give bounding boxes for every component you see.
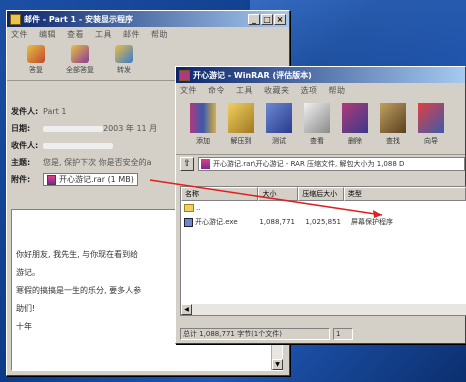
reply-all-icon bbox=[71, 45, 89, 63]
reply-button[interactable]: 答复 bbox=[21, 45, 51, 80]
reply-all-button[interactable]: 全部答复 bbox=[65, 45, 95, 80]
delete-button[interactable]: 删除 bbox=[340, 103, 370, 154]
column-size[interactable]: 大小 bbox=[258, 187, 299, 201]
books-add-icon bbox=[190, 103, 216, 133]
mail-app-icon bbox=[10, 13, 21, 25]
find-icon bbox=[380, 103, 406, 133]
view-button[interactable]: 查看 bbox=[302, 103, 332, 154]
mail-menubar: 文件 编辑 查看 工具 邮件 帮助 bbox=[7, 27, 289, 41]
add-button[interactable]: 添加 bbox=[188, 103, 218, 154]
test-button[interactable]: 测试 bbox=[264, 103, 294, 154]
winrar-title: 开心游记 - WinRAR (评估版本) bbox=[193, 70, 312, 80]
delete-icon bbox=[342, 103, 368, 133]
from-value: Part 1 bbox=[43, 107, 67, 116]
scroll-left-arrow-icon[interactable]: ◀ bbox=[181, 304, 192, 315]
mail-title: 邮件 - Part 1 - 安装显示程序 bbox=[24, 14, 133, 24]
rar-archive-icon bbox=[47, 174, 56, 185]
menu-options[interactable]: 选项 bbox=[301, 85, 318, 96]
winrar-pathbar: ⇧ 开心游记.rar\开心游记 - RAR 压缩文件, 解包大小为 1,088 … bbox=[176, 155, 465, 173]
extract-icon bbox=[228, 103, 254, 133]
maximize-button[interactable]: □ bbox=[261, 13, 273, 25]
scroll-down-arrow-icon[interactable]: ▼ bbox=[272, 359, 283, 370]
exe-icon bbox=[184, 217, 193, 227]
list-item[interactable]: .. bbox=[181, 201, 466, 215]
forward-button[interactable]: 转发 bbox=[109, 45, 139, 80]
up-folder-icon[interactable]: ⇧ bbox=[180, 157, 194, 171]
menu-view[interactable]: 查看 bbox=[67, 29, 84, 40]
view-icon bbox=[304, 103, 330, 133]
subject-value: 您是, 保护下次 你是否安全的a bbox=[43, 158, 152, 167]
column-name[interactable]: 名称 bbox=[181, 187, 259, 201]
winrar-window: 开心游记 - WinRAR (评估版本) 文件 命令 工具 收藏夹 选项 帮助 … bbox=[175, 66, 466, 344]
forward-icon bbox=[115, 45, 133, 63]
folder-up-icon bbox=[184, 204, 194, 212]
extract-to-button[interactable]: 解压到 bbox=[226, 103, 256, 154]
find-button[interactable]: 查找 bbox=[378, 103, 408, 154]
menu-mail[interactable]: 邮件 bbox=[123, 29, 140, 40]
winrar-menubar: 文件 命令 工具 收藏夹 选项 帮助 bbox=[176, 83, 465, 97]
archive-path: 开心游记.rar\开心游记 - RAR 压缩文件, 解包大小为 1,088 D bbox=[198, 157, 465, 171]
test-icon bbox=[266, 103, 292, 133]
date-value: 2003 年 11 月 bbox=[103, 124, 158, 133]
mail-titlebar[interactable]: 邮件 - Part 1 - 安装显示程序 _ □ × bbox=[7, 11, 289, 27]
status-total: 总计 1,088,771 字节(1个文件) bbox=[180, 328, 330, 340]
rar-archive-icon bbox=[201, 159, 210, 169]
menu-favorites[interactable]: 收藏夹 bbox=[264, 85, 290, 96]
menu-tools[interactable]: 工具 bbox=[236, 85, 253, 96]
status-count: 1 bbox=[333, 328, 353, 340]
wizard-button[interactable]: 向导 bbox=[416, 103, 446, 154]
wizard-icon bbox=[418, 103, 444, 133]
reply-icon bbox=[27, 45, 45, 63]
menu-edit[interactable]: 编辑 bbox=[39, 29, 56, 40]
attachment-file[interactable]: 开心游记.rar (1 MB) bbox=[43, 173, 138, 186]
winrar-titlebar[interactable]: 开心游记 - WinRAR (评估版本) bbox=[176, 67, 465, 83]
menu-file[interactable]: 文件 bbox=[180, 85, 197, 96]
menu-file[interactable]: 文件 bbox=[11, 29, 28, 40]
column-type[interactable]: 类型 bbox=[343, 187, 466, 201]
redacted-date bbox=[43, 125, 103, 132]
menu-commands[interactable]: 命令 bbox=[208, 85, 225, 96]
winrar-toolbar: 添加 解压到 测试 查看 删除 查找 向导 bbox=[176, 97, 465, 155]
close-button[interactable]: × bbox=[274, 13, 286, 25]
menu-help[interactable]: 帮助 bbox=[151, 29, 168, 40]
file-list-horizontal-scrollbar[interactable]: ◀ bbox=[181, 304, 466, 315]
list-item[interactable]: 开心游记.exe 1,088,771 1,025,851 屏幕保护程序 bbox=[181, 215, 466, 229]
menu-tools[interactable]: 工具 bbox=[95, 29, 112, 40]
column-packed[interactable]: 压缩后大小 bbox=[298, 187, 344, 201]
winrar-app-icon bbox=[179, 69, 190, 81]
menu-help[interactable]: 帮助 bbox=[329, 85, 346, 96]
redacted-recipient bbox=[43, 142, 113, 149]
archive-file-list: 名称 大小 压缩后大小 类型 .. 开心游记.exe 1,088,771 1,0… bbox=[180, 186, 466, 316]
minimize-button[interactable]: _ bbox=[248, 13, 260, 25]
winrar-statusbar: 总计 1,088,771 字节(1个文件) 1 bbox=[178, 327, 465, 341]
file-list-header: 名称 大小 压缩后大小 类型 bbox=[181, 187, 466, 201]
